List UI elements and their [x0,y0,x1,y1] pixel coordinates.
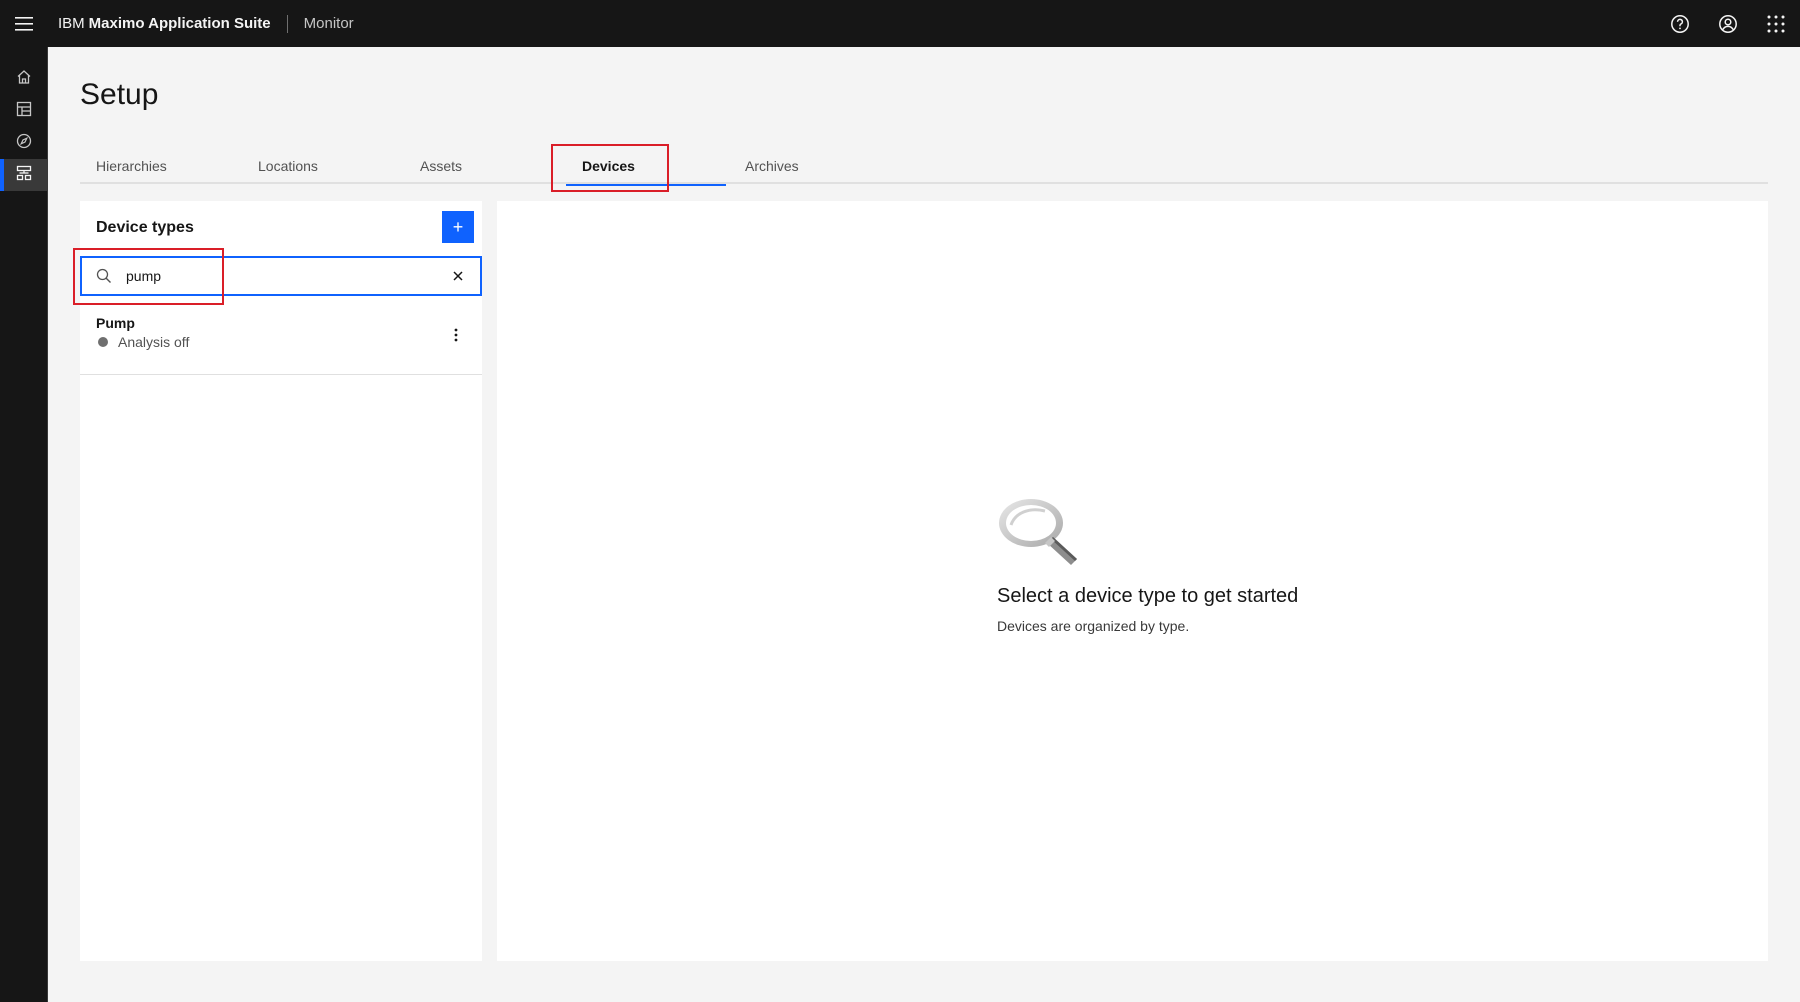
setup-tabs: Hierarchies Locations Assets Devices Arc… [80,148,1768,186]
add-device-type-button[interactable]: + [442,211,474,243]
tab-hierarchies[interactable]: Hierarchies [80,148,242,184]
nav-explore[interactable] [0,127,48,159]
tab-locations[interactable]: Locations [242,148,404,184]
page-title: Setup [80,78,159,111]
top-header: IBM Maximo Application Suite Monitor [0,0,1800,47]
status-dot-icon [98,337,108,347]
empty-state-subtitle: Devices are organized by type. [997,618,1190,634]
empty-state-title: Select a device type to get started [997,585,1299,607]
tab-devices[interactable]: Devices [566,148,726,186]
clear-search-icon[interactable] [442,260,474,292]
home-icon [16,69,32,90]
search-icon [82,258,126,294]
magnifier-illustration-icon [997,495,1083,567]
side-nav-rail [0,47,48,1002]
header-actions [1656,0,1800,47]
app-name: Monitor [303,15,354,32]
device-type-name: Pump [96,315,135,331]
nav-setup[interactable] [0,159,48,191]
device-types-panel: Device types + Pump Analysis off [80,201,482,961]
dashboard-icon [16,101,32,122]
nav-home[interactable] [0,63,48,95]
user-avatar-icon[interactable] [1704,0,1752,47]
explore-compass-icon [16,133,32,154]
setup-hierarchy-icon [16,165,32,186]
status-label: Analysis off [118,334,190,350]
devices-content-panel: Select a device type to get started Devi… [497,201,1768,961]
device-type-status: Analysis off [96,334,189,350]
help-icon[interactable] [1656,0,1704,47]
search-input[interactable] [126,261,426,291]
tab-archives[interactable]: Archives [729,148,891,184]
empty-state: Select a device type to get started Devi… [997,495,1298,634]
brand-divider [286,14,288,33]
menu-icon[interactable] [0,0,48,47]
device-type-search [80,256,482,296]
tab-assets[interactable]: Assets [404,148,566,184]
brand-name: Maximo Application Suite [88,15,271,32]
device-type-item-pump[interactable]: Pump Analysis off [80,305,482,375]
brand-title[interactable]: IBM Maximo Application Suite Monitor [58,0,354,47]
device-types-title: Device types [96,219,194,236]
nav-dashboard[interactable] [0,95,48,127]
app-switcher-icon[interactable] [1752,0,1800,47]
brand-prefix: IBM [58,15,85,32]
overflow-menu-icon[interactable] [444,323,468,347]
